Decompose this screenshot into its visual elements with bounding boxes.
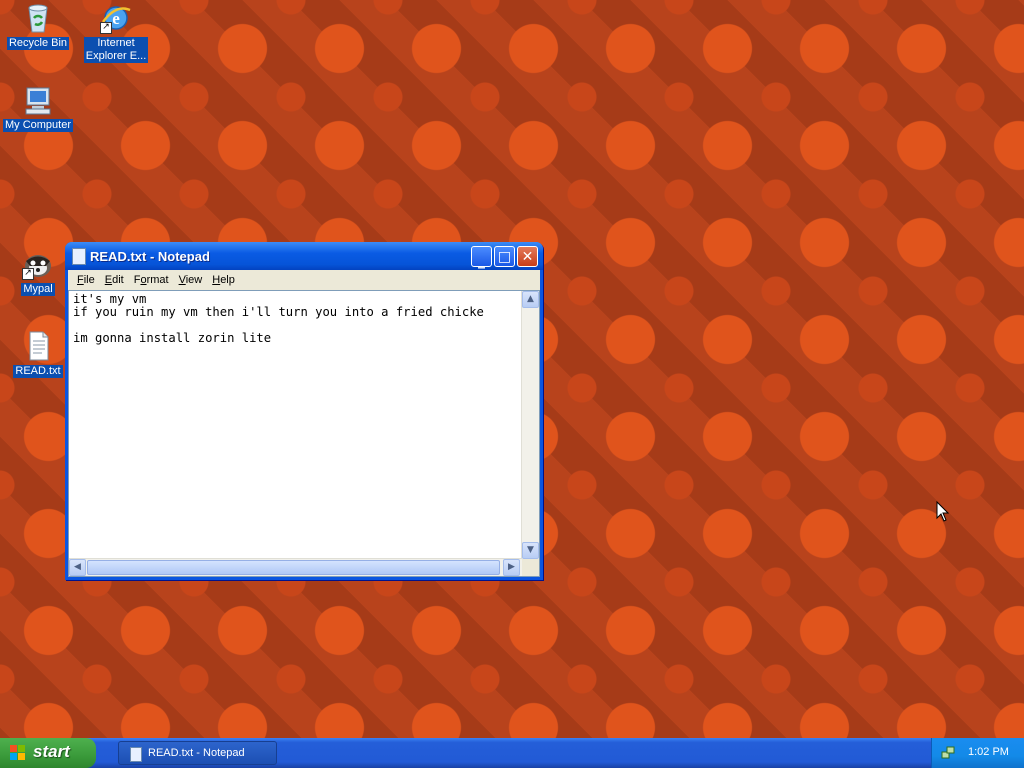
notepad-window[interactable]: READ.txt - Notepad _ □ ✕ File Edit Forma…: [65, 242, 543, 580]
vertical-scrollbar[interactable]: ▲ ▼: [521, 291, 539, 559]
desktop-icon-read-txt[interactable]: READ.txt: [2, 330, 74, 378]
desktop-icon-label: READ.txt: [13, 365, 63, 378]
close-icon: ✕: [521, 249, 534, 265]
desktop-icon-label: Internet Explorer E...: [83, 37, 149, 63]
start-label: start: [33, 742, 70, 761]
window-client-area: File Edit Format View Help it's my vm if…: [68, 270, 540, 577]
taskbar: start READ.txt - Notepad 1:02 PM: [0, 738, 1024, 768]
window-titlebar[interactable]: READ.txt - Notepad _ □ ✕: [65, 242, 543, 270]
menu-edit[interactable]: Edit: [100, 274, 129, 286]
mypal-icon: ↗: [22, 248, 54, 280]
text-content[interactable]: it's my vm if you ruin my vm then i'll t…: [73, 293, 518, 557]
scroll-up-button[interactable]: ▲: [522, 291, 539, 308]
scroll-right-button[interactable]: ▶: [503, 559, 520, 576]
minimize-icon: _: [478, 253, 485, 269]
maximize-icon: □: [497, 249, 512, 265]
scroll-left-button[interactable]: ◀: [69, 559, 86, 576]
desktop-icon-internet-explorer[interactable]: e ↗ Internet Explorer E...: [80, 2, 152, 63]
taskbar-item-label: READ.txt - Notepad: [148, 747, 245, 759]
notepad-icon: [72, 248, 86, 265]
scroll-down-button[interactable]: ▼: [522, 542, 539, 559]
desktop-icon-recycle-bin[interactable]: Recycle Bin: [2, 2, 74, 50]
horizontal-scrollbar[interactable]: ◀ ▶: [69, 558, 522, 576]
text-file-icon: [22, 330, 54, 362]
desktop-icon-label: My Computer: [2, 119, 74, 132]
notepad-icon: [130, 747, 142, 762]
desktop[interactable]: Recycle Bin e ↗ Internet Explorer E... My…: [0, 0, 1024, 738]
network-icon[interactable]: [941, 746, 955, 760]
system-tray: 1:02 PM: [931, 738, 1024, 768]
mouse-cursor-icon: [936, 501, 950, 522]
menu-file[interactable]: File: [72, 274, 100, 286]
clock[interactable]: 1:02 PM: [968, 746, 1009, 758]
my-computer-icon: [22, 84, 54, 116]
shortcut-arrow-icon: ↗: [22, 268, 34, 280]
close-button[interactable]: ✕: [517, 246, 538, 267]
menu-format[interactable]: Format: [129, 274, 174, 286]
desktop-icon-my-computer[interactable]: My Computer: [2, 84, 74, 132]
horizontal-scroll-thumb[interactable]: [87, 560, 500, 575]
windows-logo-icon: [10, 745, 26, 761]
desktop-icon-label: Mypal: [21, 283, 55, 296]
desktop-icon-label: Recycle Bin: [6, 37, 70, 50]
desktop-icon-mypal[interactable]: ↗ Mypal: [2, 248, 74, 296]
maximize-button[interactable]: □: [494, 246, 515, 267]
start-button[interactable]: start: [0, 738, 96, 768]
internet-explorer-icon: e ↗: [100, 2, 132, 34]
taskbar-item-notepad[interactable]: READ.txt - Notepad: [118, 741, 277, 765]
text-editor[interactable]: it's my vm if you ruin my vm then i'll t…: [68, 290, 540, 577]
menu-help[interactable]: Help: [207, 274, 240, 286]
shortcut-arrow-icon: ↗: [100, 22, 112, 34]
minimize-button[interactable]: _: [471, 246, 492, 269]
menu-bar: File Edit Format View Help: [68, 270, 540, 289]
window-title: READ.txt - Notepad: [90, 249, 210, 264]
recycle-bin-icon: [22, 2, 54, 34]
menu-view[interactable]: View: [174, 274, 208, 286]
resize-grip[interactable]: [522, 559, 539, 576]
